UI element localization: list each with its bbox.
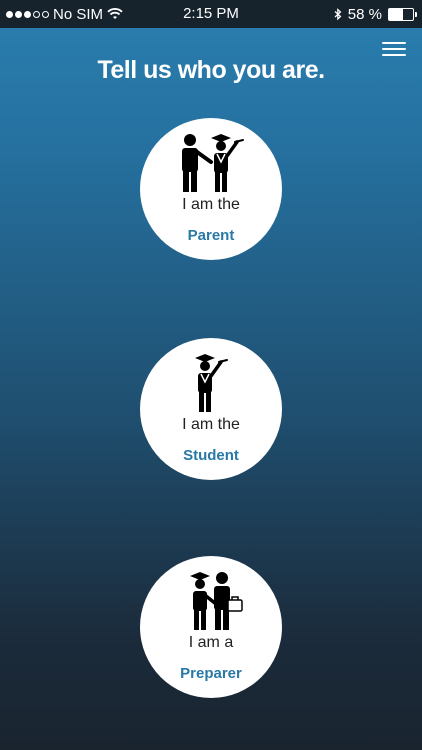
role-name-parent: Parent bbox=[187, 227, 235, 244]
role-prefix: I am the bbox=[182, 416, 240, 433]
role-card-parent[interactable]: I am the Parent bbox=[140, 118, 282, 260]
role-name-student: Student bbox=[183, 447, 239, 464]
status-right: 58 % bbox=[334, 0, 417, 28]
screen: No SIM 2:15 PM 58 % Tell us who you are. bbox=[0, 0, 422, 750]
preparer-and-student-icon bbox=[140, 568, 282, 632]
parent-and-student-icon bbox=[140, 130, 282, 194]
role-card-preparer[interactable]: I am a Preparer bbox=[140, 556, 282, 698]
role-prefix: I am the bbox=[182, 196, 240, 213]
role-card-student[interactable]: I am the Student bbox=[140, 338, 282, 480]
status-bar: No SIM 2:15 PM 58 % bbox=[0, 0, 422, 28]
battery-fill bbox=[389, 8, 403, 20]
page-title: Tell us who you are. bbox=[97, 56, 325, 84]
student-graduate-icon bbox=[140, 350, 282, 414]
role-name-preparer: Preparer bbox=[180, 665, 242, 682]
role-prefix: I am a bbox=[188, 634, 234, 651]
battery-percent: 58 % bbox=[347, 5, 382, 23]
bluetooth-icon bbox=[334, 7, 342, 20]
battery-icon bbox=[388, 7, 417, 21]
